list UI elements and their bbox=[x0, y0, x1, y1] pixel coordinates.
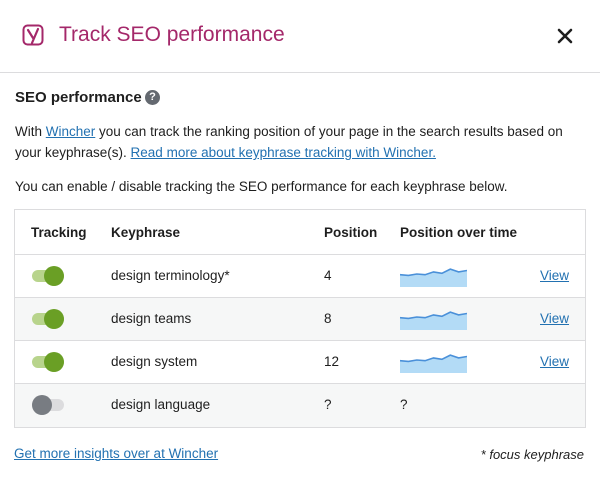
position-cell: 12 bbox=[324, 354, 340, 369]
keyphrase-cell: design system bbox=[111, 354, 198, 369]
table-row: design system 12 View bbox=[15, 341, 585, 384]
modal-header: Track SEO performance bbox=[0, 0, 600, 73]
view-link[interactable]: View bbox=[540, 353, 569, 371]
intro-line2-prefix: your keyphrase(s). bbox=[15, 145, 131, 160]
close-icon[interactable] bbox=[555, 26, 575, 46]
tracking-toggle[interactable] bbox=[32, 352, 64, 372]
read-more-link[interactable]: Read more about keyphrase tracking with … bbox=[131, 145, 436, 160]
table-row: design terminology* 4 View bbox=[15, 255, 585, 298]
column-header-tracking: Tracking bbox=[31, 225, 87, 240]
position-cell: ? bbox=[324, 397, 332, 412]
column-header-keyphrase: Keyphrase bbox=[111, 225, 181, 240]
position-trend-chart bbox=[400, 268, 467, 287]
column-header-position: Position bbox=[324, 225, 378, 240]
keyphrase-cell: design terminology* bbox=[111, 268, 230, 283]
tracking-toggle[interactable] bbox=[32, 266, 64, 286]
table-header: Tracking Keyphrase Position Position ove… bbox=[15, 210, 585, 255]
position-trend-chart bbox=[400, 354, 467, 373]
help-icon[interactable]: ? bbox=[145, 90, 160, 105]
view-link[interactable]: View bbox=[540, 310, 569, 328]
position-trend-empty: ? bbox=[400, 397, 408, 412]
position-cell: 8 bbox=[324, 311, 332, 326]
keyphrase-cell: design teams bbox=[111, 311, 192, 326]
wincher-insights-link[interactable]: Get more insights over at Wincher bbox=[14, 445, 218, 463]
table-row: design language ? ? bbox=[15, 384, 585, 427]
section-title: SEO performance bbox=[15, 89, 142, 106]
tracking-toggle[interactable] bbox=[32, 309, 64, 329]
keyphrase-table: Tracking Keyphrase Position Position ove… bbox=[14, 209, 586, 428]
column-header-position-over-time: Position over time bbox=[400, 225, 518, 240]
yoast-logo-icon bbox=[22, 24, 44, 46]
keyphrase-cell: design language bbox=[111, 397, 211, 412]
intro-prefix: With bbox=[15, 124, 46, 139]
tracking-toggle[interactable] bbox=[32, 395, 64, 415]
position-trend-chart bbox=[400, 311, 467, 330]
wincher-link[interactable]: Wincher bbox=[46, 124, 96, 139]
enable-text: You can enable / disable tracking the SE… bbox=[15, 179, 508, 194]
view-link[interactable]: View bbox=[540, 267, 569, 285]
position-cell: 4 bbox=[324, 268, 332, 283]
intro-middle: you can track the ranking position of yo… bbox=[95, 124, 563, 139]
focus-keyphrase-footnote: * focus keyphrase bbox=[480, 447, 584, 462]
modal-title: Track SEO performance bbox=[59, 23, 285, 46]
table-row: design teams 8 View bbox=[15, 298, 585, 341]
intro-paragraph: With Wincher you can track the ranking p… bbox=[15, 121, 563, 163]
track-seo-modal: Track SEO performance SEO performance ? … bbox=[0, 0, 600, 479]
